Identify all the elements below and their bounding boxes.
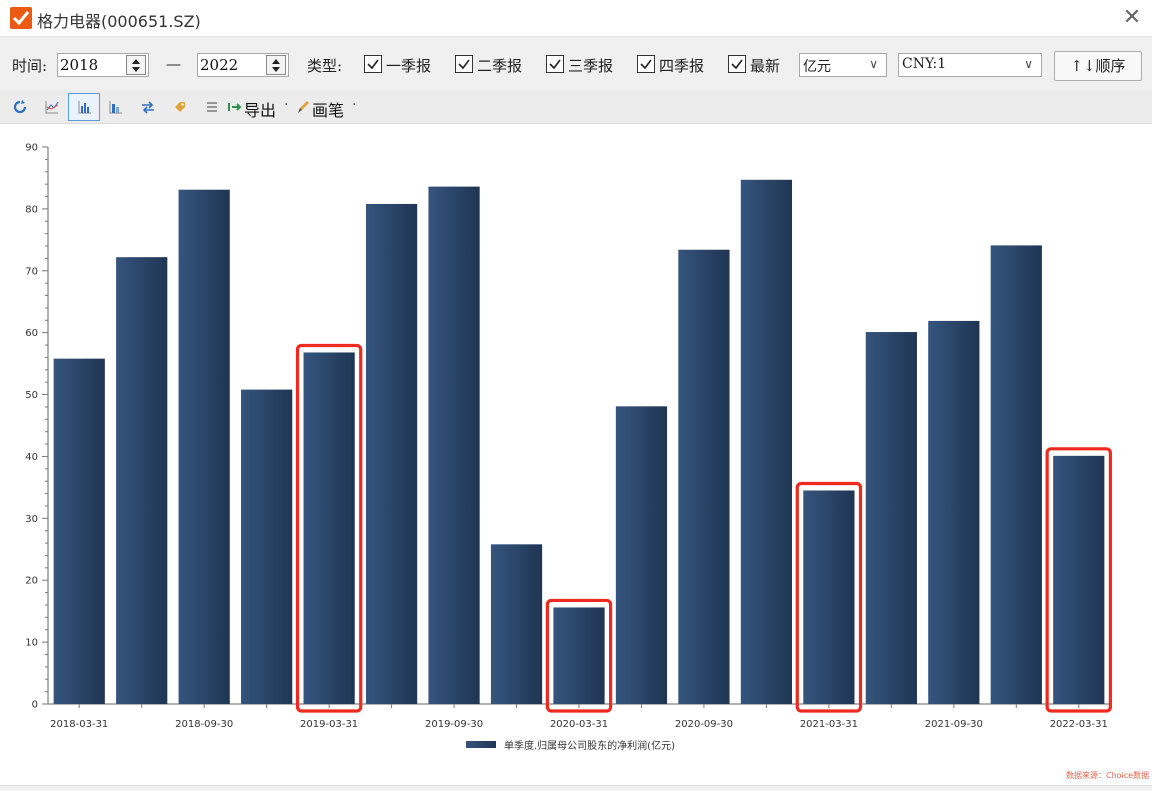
y-tick-label: 20 bbox=[25, 576, 38, 587]
chart-toolbar: 导出 · 画笔 · bbox=[0, 90, 1152, 124]
chevron-down-icon: ∨ bbox=[869, 57, 878, 71]
x-tick-label: 2020-09-30 bbox=[675, 719, 733, 730]
bar-2021-09-30 bbox=[928, 320, 980, 704]
legend-swatch bbox=[466, 741, 496, 748]
compare-icon[interactable] bbox=[140, 99, 156, 115]
bar-2022-03-31 bbox=[1053, 455, 1105, 704]
x-tick-label: 2021-09-30 bbox=[925, 719, 983, 730]
bar-2018-06-30 bbox=[116, 257, 168, 704]
pen-icon[interactable] bbox=[296, 99, 312, 115]
app-check-icon bbox=[10, 7, 32, 29]
bar-2018-03-31 bbox=[53, 358, 105, 704]
unit-select[interactable]: 亿元 ∨ bbox=[799, 53, 887, 77]
legend-label: 单季度.归属母公司股东的净利润(亿元) bbox=[504, 739, 675, 752]
pen-dropdown-dot[interactable]: · bbox=[352, 97, 356, 113]
y-tick-label: 0 bbox=[32, 700, 38, 711]
currency-select[interactable]: CNY:1 ∨ bbox=[898, 53, 1042, 77]
pen-button[interactable]: 画笔 bbox=[312, 97, 344, 121]
bar-2020-06-30 bbox=[615, 406, 668, 704]
checkbox-q4[interactable] bbox=[637, 55, 655, 73]
close-icon[interactable]: ✕ bbox=[1118, 4, 1146, 32]
bar-chart: 0 10 20 30 40 50 60 70 80 90 2018-03-31 2018-09-30… bbox=[25, 143, 1112, 752]
checkbox-q1-label: 一季报 bbox=[386, 57, 432, 75]
sort-order-button[interactable]: ↑↓顺序 bbox=[1054, 51, 1142, 81]
range-dash: — bbox=[166, 55, 181, 73]
x-tick-label: 2021-03-31 bbox=[800, 719, 858, 730]
bar-2020-09-30 bbox=[678, 249, 730, 704]
currency-select-value: CNY:1 bbox=[902, 56, 947, 72]
list-icon[interactable] bbox=[204, 99, 220, 115]
start-year-value: 2018 bbox=[60, 56, 99, 74]
refresh-icon[interactable] bbox=[12, 99, 28, 115]
y-tick-label: 30 bbox=[25, 514, 38, 525]
y-tick-label: 50 bbox=[25, 390, 38, 401]
y-tick-label: 70 bbox=[25, 266, 38, 277]
export-icon[interactable] bbox=[228, 99, 244, 115]
bar-2019-06-30 bbox=[365, 203, 418, 704]
export-dropdown-dot[interactable]: · bbox=[284, 97, 288, 113]
bar-2019-12-31 bbox=[490, 544, 543, 704]
checkbox-q3-label: 三季报 bbox=[568, 57, 614, 75]
bar-chart-icon[interactable] bbox=[77, 99, 93, 115]
tag-icon[interactable] bbox=[172, 99, 188, 115]
y-tick-label: 80 bbox=[25, 204, 38, 215]
chart-area: 0 10 20 30 40 50 60 70 80 90 2018-03-31 2018-09-30… bbox=[0, 125, 1152, 785]
checkbox-q3[interactable] bbox=[546, 55, 564, 73]
y-tick-label: 10 bbox=[25, 638, 38, 649]
bar-2018-12-31 bbox=[241, 389, 293, 704]
bar-2021-03-31 bbox=[803, 490, 855, 704]
time-label: 时间: bbox=[12, 57, 48, 75]
data-source-note: 数据来源：Choice数据 bbox=[1066, 771, 1150, 780]
checkbox-latest[interactable] bbox=[728, 55, 746, 73]
start-year-spinner[interactable]: 2018 bbox=[57, 53, 149, 77]
window-title: 格力电器(000651.SZ) bbox=[37, 12, 201, 31]
checkbox-q4-label: 四季报 bbox=[659, 57, 705, 75]
x-tick-label: 2022-03-31 bbox=[1050, 719, 1108, 730]
x-tick-label: 2019-03-31 bbox=[300, 719, 358, 730]
bar-2021-12-31 bbox=[990, 245, 1042, 705]
title-bar: 格力电器(000651.SZ) ✕ bbox=[0, 0, 1152, 36]
bar-2019-09-30 bbox=[428, 186, 480, 704]
x-tick-label: 2018-03-31 bbox=[50, 719, 108, 730]
spinner-arrows-icon[interactable] bbox=[126, 55, 146, 75]
options-bar: 时间: 2018 — 2022 类型: 一季报 二季报 三季报 四季报 最新 亿… bbox=[0, 36, 1152, 90]
bar-2021-06-30 bbox=[865, 332, 917, 704]
x-tick-label: 2020-03-31 bbox=[550, 719, 608, 730]
bar-2020-12-31 bbox=[740, 179, 793, 704]
type-label: 类型: bbox=[307, 57, 343, 75]
end-year-spinner[interactable]: 2022 bbox=[197, 53, 289, 77]
checkbox-q1[interactable] bbox=[364, 55, 382, 73]
bottom-strip bbox=[0, 785, 1152, 791]
bar-2020-03-31 bbox=[553, 607, 605, 704]
end-year-value: 2022 bbox=[200, 56, 239, 74]
bar-2018-09-30 bbox=[178, 189, 230, 704]
x-tick-label: 2019-09-30 bbox=[425, 719, 483, 730]
y-tick-label: 90 bbox=[25, 143, 38, 154]
spinner-arrows-icon[interactable] bbox=[266, 55, 286, 75]
stacked-bar-icon[interactable] bbox=[108, 99, 124, 115]
y-tick-label: 40 bbox=[25, 452, 38, 463]
y-tick-label: 60 bbox=[25, 328, 38, 339]
bar-2019-03-31 bbox=[303, 352, 355, 704]
line-chart-icon[interactable] bbox=[44, 99, 60, 115]
checkbox-q2-label: 二季报 bbox=[477, 57, 523, 75]
unit-select-value: 亿元 bbox=[803, 59, 831, 75]
checkbox-latest-label: 最新 bbox=[750, 57, 781, 75]
chevron-down-icon: ∨ bbox=[1024, 57, 1033, 71]
x-tick-label: 2018-09-30 bbox=[175, 719, 233, 730]
checkbox-q2[interactable] bbox=[455, 55, 473, 73]
export-button[interactable]: 导出 bbox=[244, 97, 276, 121]
